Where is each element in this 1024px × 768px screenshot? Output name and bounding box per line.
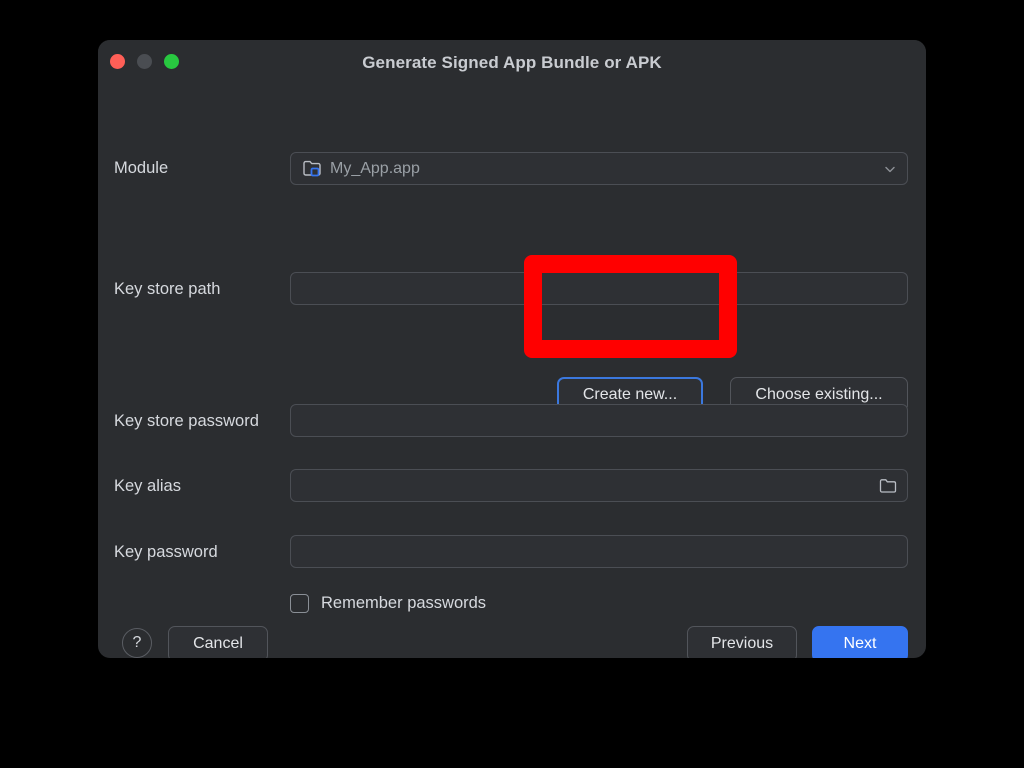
folder-icon[interactable] <box>879 477 897 495</box>
module-selected-value: My_App.app <box>330 159 420 177</box>
title-bar: Generate Signed App Bundle or APK <box>98 40 926 86</box>
screen: Generate Signed App Bundle or APK Module… <box>0 0 1024 768</box>
cancel-button[interactable]: Cancel <box>168 626 268 658</box>
key-store-password-label: Key store password <box>114 412 259 430</box>
key-store-password-input[interactable] <box>290 404 908 437</box>
key-store-path-label: Key store path <box>114 280 221 298</box>
module-dropdown[interactable]: My_App.app <box>290 152 908 185</box>
previous-button[interactable]: Previous <box>687 626 797 658</box>
module-folder-icon <box>303 160 322 177</box>
key-store-path-input[interactable] <box>290 272 908 305</box>
zoom-window-button[interactable] <box>164 54 179 69</box>
remember-passwords-row[interactable]: Remember passwords <box>290 594 486 613</box>
key-password-label: Key password <box>114 543 218 561</box>
generate-signed-bundle-dialog: Generate Signed App Bundle or APK Module… <box>98 40 926 658</box>
key-password-input[interactable] <box>290 535 908 568</box>
key-alias-label: Key alias <box>114 477 181 495</box>
next-button[interactable]: Next <box>812 626 908 658</box>
chevron-down-icon <box>883 162 897 176</box>
traffic-light-controls <box>110 54 179 69</box>
module-label: Module <box>114 159 169 177</box>
remember-passwords-label: Remember passwords <box>321 594 487 612</box>
window-title: Generate Signed App Bundle or APK <box>362 53 662 72</box>
dialog-form: Module My_App.app Key store path Create … <box>98 86 926 658</box>
close-window-button[interactable] <box>110 54 125 69</box>
remember-passwords-checkbox[interactable] <box>290 594 309 613</box>
help-button[interactable]: ? <box>122 628 152 658</box>
minimize-window-button[interactable] <box>137 54 152 69</box>
key-alias-input[interactable] <box>290 469 908 502</box>
